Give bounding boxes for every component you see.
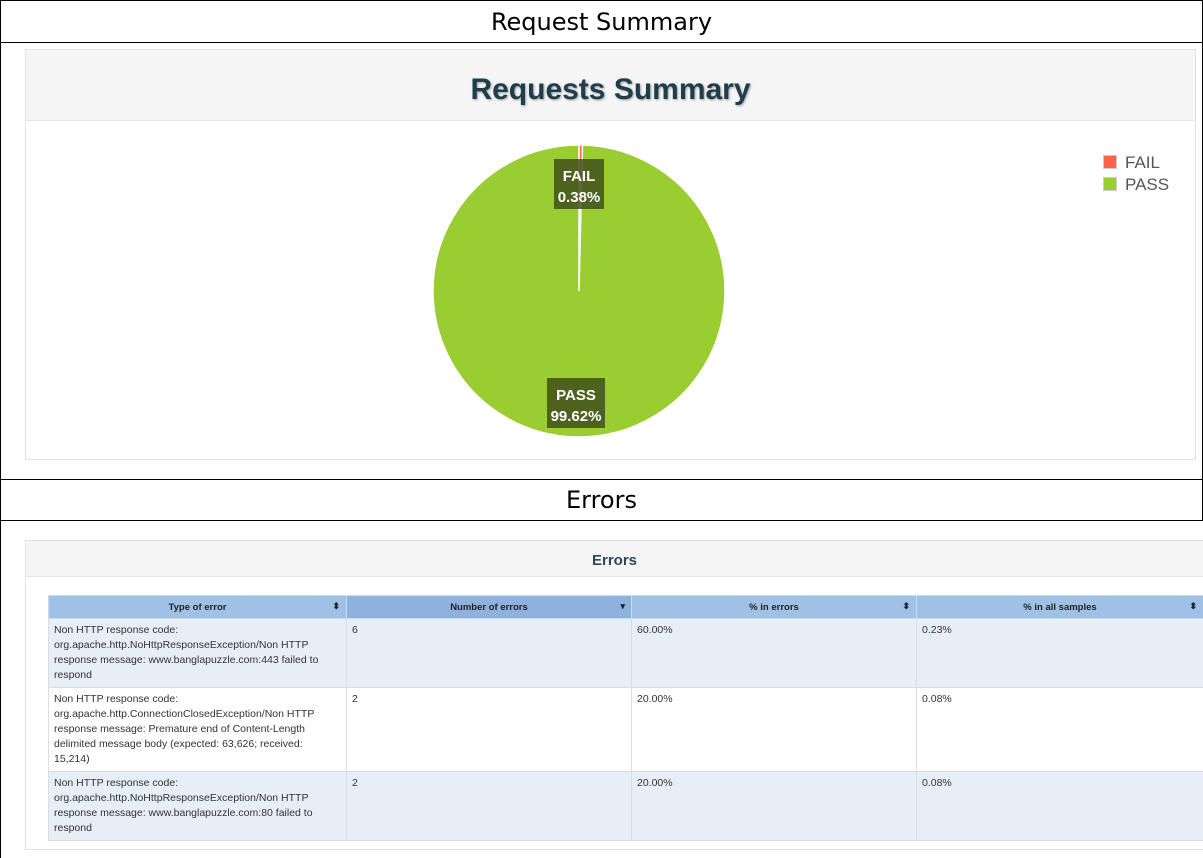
table-border-heading2 [0,520,1203,521]
requests-summary-panel: Requests Summary FAIL 0.38% PASS 99.62% FAI… [25,49,1196,460]
pie-chart: FAIL 0.38% PASS 99.62% [432,144,726,438]
cell-pct-errors: 60.00% [631,618,917,688]
pie-label-value: 0.38% [558,189,601,206]
table-border-left [0,0,1,858]
sort-icon: ⬍ [332,601,340,611]
table-border-heading1 [0,42,1203,43]
sort-icon: ⬍ [902,601,910,611]
cell-pct-errors: 20.00% [631,687,917,772]
column-header-label: Number of errors [450,601,528,613]
column-header-pct-in-all-samples[interactable]: % in all samples ⬍ [916,595,1203,619]
legend-label-fail: FAIL [1125,153,1160,172]
legend-swatch-fail [1103,155,1117,169]
section-heading-request-summary: Request Summary [490,8,713,36]
cell-pct-samples: 0.08% [916,771,1203,841]
cell-error-type: Non HTTP response code: org.apache.http.… [48,771,347,841]
legend-item-fail[interactable]: FAIL [1101,152,1181,174]
cell-error-count: 2 [346,687,632,772]
errors-table-header-row: Type of error ⬍ Number of errors ▾ % in … [48,595,1203,619]
column-header-pct-in-errors[interactable]: % in errors ⬍ [631,595,917,619]
cell-pct-errors: 20.00% [631,771,917,841]
column-header-label: % in errors [749,601,799,613]
sort-desc-icon: ▾ [620,601,625,611]
cell-error-count: 2 [346,771,632,841]
legend-item-pass[interactable]: PASS [1101,174,1181,196]
column-header-type-of-error[interactable]: Type of error ⬍ [48,595,347,619]
pie-label-pass: PASS 99.62% [547,378,605,428]
errors-panel-header: Errors [26,541,1203,577]
chart-legend: FAIL PASS [1101,152,1181,196]
table-row: Non HTTP response code: org.apache.http.… [48,771,1203,841]
cell-pct-samples: 0.23% [916,618,1203,688]
table-row: Non HTTP response code: org.apache.http.… [48,618,1203,688]
pie-label-value: 99.62% [551,408,602,425]
column-header-label: Type of error [168,601,227,613]
cell-error-type: Non HTTP response code: org.apache.http.… [48,687,347,772]
table-border-top [0,0,1203,1]
section-heading-errors: Errors [565,486,637,514]
pie-label-fail: FAIL 0.38% [554,159,604,209]
table-border-mid [0,479,1203,480]
pie-label-name: FAIL [563,168,596,185]
errors-table: Type of error ⬍ Number of errors ▾ % in … [48,595,1203,841]
legend-label-pass: PASS [1125,175,1170,194]
column-header-label: % in all samples [1023,601,1097,613]
cell-pct-samples: 0.08% [916,687,1203,772]
legend-swatch-pass [1103,177,1117,191]
errors-panel-title: Errors [591,552,638,569]
sort-icon: ⬍ [1189,601,1197,611]
cell-error-type: Non HTTP response code: org.apache.http.… [48,618,347,688]
pie-label-name: PASS [556,387,596,404]
column-header-number-of-errors[interactable]: Number of errors ▾ [346,595,632,619]
table-row: Non HTTP response code: org.apache.http.… [48,687,1203,772]
cell-error-count: 6 [346,618,632,688]
